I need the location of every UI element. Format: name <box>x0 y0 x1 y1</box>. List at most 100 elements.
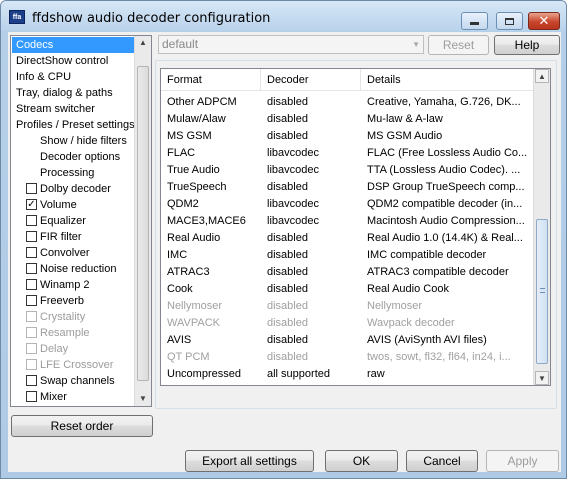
tree-item-crystality[interactable]: Crystality <box>12 309 135 325</box>
checkbox[interactable] <box>26 375 37 386</box>
tree-item-equalizer[interactable]: Equalizer <box>12 213 135 229</box>
table-row[interactable]: Mulaw/Alaw disabled Mu-law & A-law <box>161 111 533 128</box>
tree-item-processing[interactable]: Processing <box>12 165 135 181</box>
scroll-down-icon[interactable]: ▼ <box>135 392 151 406</box>
table-scrollbar[interactable]: ▲ ▼ <box>533 69 550 385</box>
tree-scroll-thumb[interactable] <box>137 66 149 381</box>
decoder-cell[interactable]: disabled <box>261 247 361 264</box>
ok-button[interactable]: OK <box>325 450 398 472</box>
decoder-cell[interactable]: libavcodec <box>261 145 361 162</box>
scroll-up-icon[interactable]: ▲ <box>535 69 549 83</box>
table-row[interactable]: Real Audio disabled Real Audio 1.0 (14.4K)… <box>161 230 533 247</box>
table-scroll-thumb[interactable] <box>536 219 548 364</box>
tree-item-directshow-control[interactable]: DirectShow control <box>12 53 135 69</box>
tree-item-swap-channels[interactable]: Swap channels <box>12 373 135 389</box>
reset-button[interactable]: Reset <box>428 35 489 55</box>
decoder-cell[interactable]: disabled <box>261 332 361 349</box>
table-row[interactable]: AVIS disabled AVIS (AviSynth AVI files) <box>161 332 533 349</box>
table-row[interactable]: Other ADPCM disabled Creative, Yamaha, G.7… <box>161 94 533 111</box>
help-button[interactable]: Help <box>494 35 560 55</box>
table-row[interactable]: MACE3,MACE6 libavcodec Macintosh Audio Com… <box>161 213 533 230</box>
checkbox[interactable] <box>26 231 37 242</box>
tree-item-label: FIR filter <box>40 231 82 243</box>
table-row[interactable]: True Audio libavcodec TTA (Lossless Audio … <box>161 162 533 179</box>
reset-order-button[interactable]: Reset order <box>11 415 153 437</box>
column-header-details[interactable]: Details <box>361 69 533 91</box>
tree-item-freeverb[interactable]: Freeverb <box>12 293 135 309</box>
decoder-cell[interactable]: disabled <box>261 179 361 196</box>
tree-item-convolver[interactable]: Convolver <box>12 245 135 261</box>
table-row[interactable]: QDM2 libavcodec QDM2 compatible decoder (i… <box>161 196 533 213</box>
decoder-cell[interactable]: disabled <box>261 298 361 315</box>
checkbox[interactable] <box>26 263 37 274</box>
table-row[interactable]: Cook disabled Real Audio Cook <box>161 281 533 298</box>
decoder-cell[interactable]: libavcodec <box>261 213 361 230</box>
tree-item-codecs[interactable]: Codecs <box>12 37 135 53</box>
tree-item-decoder-options[interactable]: Decoder options <box>12 149 135 165</box>
decoder-cell[interactable]: disabled <box>261 315 361 332</box>
table-row[interactable]: FLAC libavcodec FLAC (Free Lossless Audio … <box>161 145 533 162</box>
scroll-up-icon[interactable]: ▲ <box>135 36 151 50</box>
checkbox[interactable] <box>26 343 37 354</box>
checkbox[interactable] <box>26 311 37 322</box>
tree-scrollbar[interactable]: ▲ ▼ <box>134 36 151 406</box>
tree-item-osd[interactable]: OSD <box>12 405 135 406</box>
maximize-button[interactable] <box>496 12 523 30</box>
column-header-format[interactable]: Format <box>161 69 261 91</box>
table-row[interactable]: MS GSM disabled MS GSM Audio <box>161 128 533 145</box>
scroll-down-icon[interactable]: ▼ <box>535 371 549 385</box>
checkbox[interactable] <box>26 391 37 402</box>
checkbox[interactable] <box>26 279 37 290</box>
title-bar[interactable]: ffa ffdshow audio decoder configuration … <box>1 1 566 31</box>
decoder-cell[interactable]: disabled <box>261 349 361 366</box>
checkbox[interactable] <box>26 183 37 194</box>
checkbox[interactable] <box>26 247 37 258</box>
decoder-cell[interactable]: disabled <box>261 281 361 298</box>
checkbox[interactable] <box>26 215 37 226</box>
decoder-cell[interactable]: disabled <box>261 111 361 128</box>
tree-item-winamp-2[interactable]: Winamp 2 <box>12 277 135 293</box>
checkbox[interactable] <box>26 359 37 370</box>
table-row[interactable]: WAVPACK disabled Wavpack decoder <box>161 315 533 332</box>
settings-tree[interactable]: Codecs DirectShow control Info & CPU Tray, … <box>10 35 152 407</box>
cancel-button[interactable]: Cancel <box>406 450 478 472</box>
decoder-cell[interactable]: all supported <box>261 366 361 383</box>
tree-item-stream-switcher[interactable]: Stream switcher <box>12 101 135 117</box>
table-row[interactable]: ATRAC3 disabled ATRAC3 compatible decoder <box>161 264 533 281</box>
checkbox[interactable] <box>26 295 37 306</box>
tree-item-label: Equalizer <box>40 215 86 227</box>
tree-item-lfe-crossover[interactable]: LFE Crossover <box>12 357 135 373</box>
tree-item-delay[interactable]: Delay <box>12 341 135 357</box>
tree-item-fir-filter[interactable]: FIR filter <box>12 229 135 245</box>
decoder-cell[interactable]: libavcodec <box>261 196 361 213</box>
details-cell: raw <box>367 368 385 380</box>
tree-item-mixer[interactable]: Mixer <box>12 389 135 405</box>
apply-button[interactable]: Apply <box>486 450 559 472</box>
decoder-cell[interactable]: disabled <box>261 230 361 247</box>
decoder-cell[interactable]: disabled <box>261 128 361 145</box>
table-row[interactable]: Uncompressed all supported raw <box>161 366 533 383</box>
checkbox[interactable] <box>26 327 37 338</box>
codecs-table[interactable]: Format Decoder Details Other ADPCM disabl… <box>160 68 551 386</box>
tree-item-volume[interactable]: ✓ Volume <box>12 197 135 213</box>
preset-combo[interactable]: default ▼ <box>158 35 424 54</box>
tree-item-dolby-decoder[interactable]: Dolby decoder <box>12 181 135 197</box>
column-header-decoder[interactable]: Decoder <box>261 69 361 91</box>
decoder-cell[interactable]: disabled <box>261 264 361 281</box>
tree-item-profiles-preset-settings[interactable]: Profiles / Preset settings <box>12 117 135 133</box>
export-all-settings-button[interactable]: Export all settings <box>185 450 314 472</box>
table-row[interactable]: IMC disabled IMC compatible decoder <box>161 247 533 264</box>
minimize-button[interactable] <box>461 12 488 30</box>
decoder-cell[interactable]: libavcodec <box>261 162 361 179</box>
table-row[interactable]: QT PCM disabled twos, sowt, fl32, fl64, in… <box>161 349 533 366</box>
table-row[interactable]: TrueSpeech disabled DSP Group TrueSpeech c… <box>161 179 533 196</box>
tree-item-tray-dialog-paths[interactable]: Tray, dialog & paths <box>12 85 135 101</box>
tree-item-resample[interactable]: Resample <box>12 325 135 341</box>
decoder-cell[interactable]: disabled <box>261 94 361 111</box>
tree-item-info-cpu[interactable]: Info & CPU <box>12 69 135 85</box>
close-button[interactable]: ✕ <box>528 12 560 30</box>
table-row[interactable]: Nellymoser disabled Nellymoser <box>161 298 533 315</box>
tree-item-noise-reduction[interactable]: Noise reduction <box>12 261 135 277</box>
tree-item-show-hide-filters[interactable]: Show / hide filters <box>12 133 135 149</box>
checkbox[interactable]: ✓ <box>26 199 37 210</box>
